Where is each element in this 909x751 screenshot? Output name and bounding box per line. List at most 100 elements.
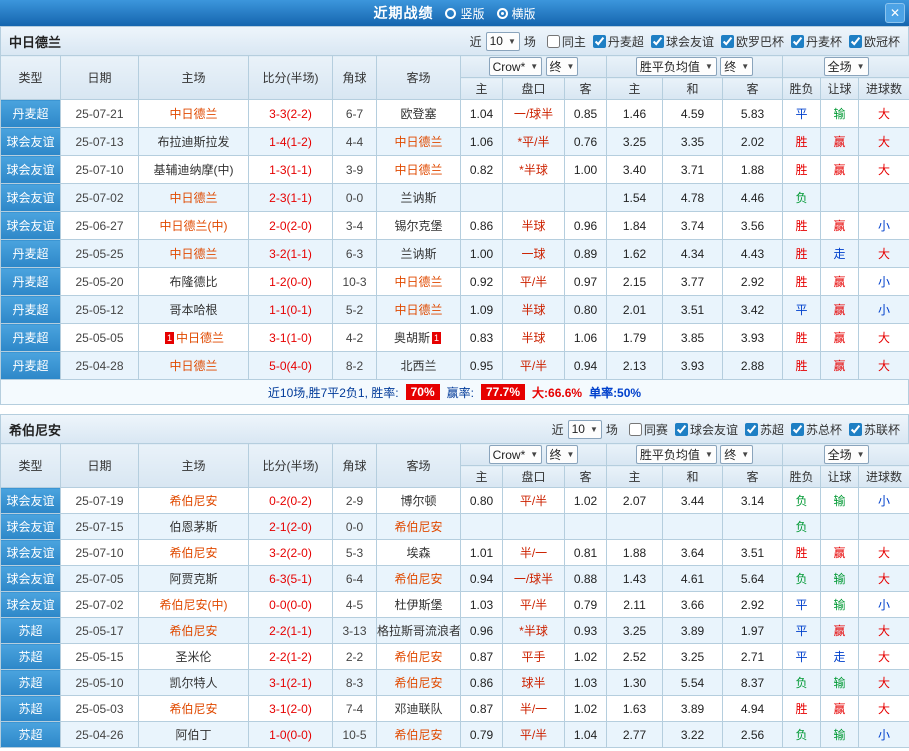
score-cell[interactable]: 3-2(2-0)	[249, 540, 333, 566]
home-team-cell[interactable]: 哥本哈根	[139, 296, 249, 324]
period-select-2[interactable]: 终 ▼	[720, 57, 753, 76]
odds-type-select[interactable]: 胜平负均值 ▼	[636, 57, 717, 76]
score-cell[interactable]: 0-0(0-0)	[249, 592, 333, 618]
bookmaker-select[interactable]: Crow* ▼	[489, 445, 543, 464]
page-title: 近期战绩	[373, 3, 433, 23]
score-cell[interactable]: 3-3(2-2)	[249, 100, 333, 128]
score-cell[interactable]: 2-1(2-0)	[249, 514, 333, 540]
bookmaker-select[interactable]: Crow* ▼	[489, 57, 543, 76]
filter-checkbox[interactable]: 苏总杯	[791, 421, 842, 438]
away-team-cell[interactable]: 中日德兰	[377, 268, 461, 296]
away-team-cell[interactable]: 希伯尼安	[377, 722, 461, 748]
home-team-cell[interactable]: 中日德兰	[139, 352, 249, 380]
fulltime-select[interactable]: 全场 ▼	[824, 57, 869, 76]
recent-count-select[interactable]: 10 ▼	[486, 32, 520, 51]
away-team-cell[interactable]: 希伯尼安	[377, 670, 461, 696]
score-cell[interactable]: 3-1(1-0)	[249, 324, 333, 352]
score-cell[interactable]: 1-2(0-0)	[249, 268, 333, 296]
away-team-cell[interactable]: 北西兰	[377, 352, 461, 380]
score-cell[interactable]: 3-1(2-0)	[249, 696, 333, 722]
checkbox-input[interactable]	[745, 423, 758, 436]
away-team-cell[interactable]: 希伯尼安	[377, 514, 461, 540]
checkbox-input[interactable]	[791, 423, 804, 436]
home-team-cell[interactable]: 希伯尼安	[139, 696, 249, 722]
home-team-cell[interactable]: 1中日德兰	[139, 324, 249, 352]
filter-checkbox[interactable]: 同主	[547, 33, 586, 50]
score-cell[interactable]: 0-2(0-2)	[249, 488, 333, 514]
home-team-cell[interactable]: 中日德兰	[139, 240, 249, 268]
layout-radio-horizontal[interactable]: 横版	[497, 5, 536, 22]
home-team-cell[interactable]: 希伯尼安	[139, 540, 249, 566]
filter-checkbox[interactable]: 欧冠杯	[849, 33, 900, 50]
away-team-cell[interactable]: 锡尔克堡	[377, 212, 461, 240]
score-cell[interactable]: 3-2(1-1)	[249, 240, 333, 268]
home-team-cell[interactable]: 中日德兰	[139, 100, 249, 128]
odds-type-select[interactable]: 胜平负均值 ▼	[636, 445, 717, 464]
home-team-cell[interactable]: 基辅迪纳摩(中)	[139, 156, 249, 184]
recent-count-select[interactable]: 10 ▼	[568, 420, 602, 439]
fulltime-select[interactable]: 全场 ▼	[824, 445, 869, 464]
score-cell[interactable]: 2-2(1-2)	[249, 644, 333, 670]
period-select-2[interactable]: 终 ▼	[720, 445, 753, 464]
score-cell[interactable]: 1-4(1-2)	[249, 128, 333, 156]
away-team-cell[interactable]: 希伯尼安	[377, 566, 461, 592]
score-cell[interactable]: 2-0(2-0)	[249, 212, 333, 240]
filter-checkbox[interactable]: 丹麦超	[593, 33, 644, 50]
home-team-cell[interactable]: 希伯尼安	[139, 488, 249, 514]
filter-checkbox[interactable]: 苏超	[745, 421, 784, 438]
score-cell[interactable]: 5-0(4-0)	[249, 352, 333, 380]
away-team-cell[interactable]: 兰讷斯	[377, 240, 461, 268]
match-row: 球会友谊25-07-19希伯尼安0-2(0-2)2-9博尔顿0.80平/半1.0…	[1, 488, 909, 514]
away-team-cell[interactable]: 兰讷斯	[377, 184, 461, 212]
checkbox-input[interactable]	[651, 35, 664, 48]
checkbox-input[interactable]	[721, 35, 734, 48]
score-cell[interactable]: 1-1(0-1)	[249, 296, 333, 324]
away-team-cell[interactable]: 中日德兰	[377, 296, 461, 324]
filter-checkbox[interactable]: 同赛	[629, 421, 668, 438]
checkbox-input[interactable]	[675, 423, 688, 436]
home-team-cell[interactable]: 中日德兰(中)	[139, 212, 249, 240]
score-cell[interactable]: 2-3(1-1)	[249, 184, 333, 212]
away-team-cell[interactable]: 博尔顿	[377, 488, 461, 514]
filter-checkbox[interactable]: 球会友谊	[675, 421, 738, 438]
away-team-cell[interactable]: 奥胡斯1	[377, 324, 461, 352]
away-team-cell[interactable]: 格拉斯哥流浪者	[377, 618, 461, 644]
home-team-cell[interactable]: 圣米伦	[139, 644, 249, 670]
period-select[interactable]: 终 ▼	[546, 445, 579, 464]
filter-checkbox[interactable]: 苏联杯	[849, 421, 900, 438]
home-team-cell[interactable]: 阿贾克斯	[139, 566, 249, 592]
score-cell[interactable]: 1-3(1-1)	[249, 156, 333, 184]
layout-radio-vertical[interactable]: 竖版	[445, 5, 484, 22]
checkbox-input[interactable]	[629, 423, 642, 436]
home-team-cell[interactable]: 伯恩茅斯	[139, 514, 249, 540]
score-cell[interactable]: 3-1(2-1)	[249, 670, 333, 696]
score-cell[interactable]: 1-0(0-0)	[249, 722, 333, 748]
away-team-cell[interactable]: 邓迪联队	[377, 696, 461, 722]
away-team-cell[interactable]: 埃森	[377, 540, 461, 566]
score-cell[interactable]: 6-3(5-1)	[249, 566, 333, 592]
away-team-cell[interactable]: 中日德兰	[377, 128, 461, 156]
checkbox-input[interactable]	[593, 35, 606, 48]
home-team-cell[interactable]: 布拉迪斯拉发	[139, 128, 249, 156]
checkbox-input[interactable]	[791, 35, 804, 48]
home-team-cell[interactable]: 阿伯丁	[139, 722, 249, 748]
checkbox-input[interactable]	[849, 423, 862, 436]
away-team-cell[interactable]: 希伯尼安	[377, 644, 461, 670]
away-team-cell[interactable]: 欧登塞	[377, 100, 461, 128]
close-button[interactable]: ✕	[885, 3, 905, 23]
period-select[interactable]: 终 ▼	[546, 57, 579, 76]
checkbox-input[interactable]	[547, 35, 560, 48]
filter-checkbox[interactable]: 球会友谊	[651, 33, 714, 50]
score-cell[interactable]: 2-2(1-1)	[249, 618, 333, 644]
home-team-cell[interactable]: 布隆德比	[139, 268, 249, 296]
away-team-cell[interactable]: 中日德兰	[377, 156, 461, 184]
col-crow-home: 主	[461, 466, 503, 488]
home-team-cell[interactable]: 中日德兰	[139, 184, 249, 212]
home-team-cell[interactable]: 希伯尼安	[139, 618, 249, 644]
home-team-cell[interactable]: 希伯尼安(中)	[139, 592, 249, 618]
home-team-cell[interactable]: 凯尔特人	[139, 670, 249, 696]
filter-checkbox[interactable]: 丹麦杯	[791, 33, 842, 50]
filter-checkbox[interactable]: 欧罗巴杯	[721, 33, 784, 50]
away-team-cell[interactable]: 杜伊斯堡	[377, 592, 461, 618]
checkbox-input[interactable]	[849, 35, 862, 48]
